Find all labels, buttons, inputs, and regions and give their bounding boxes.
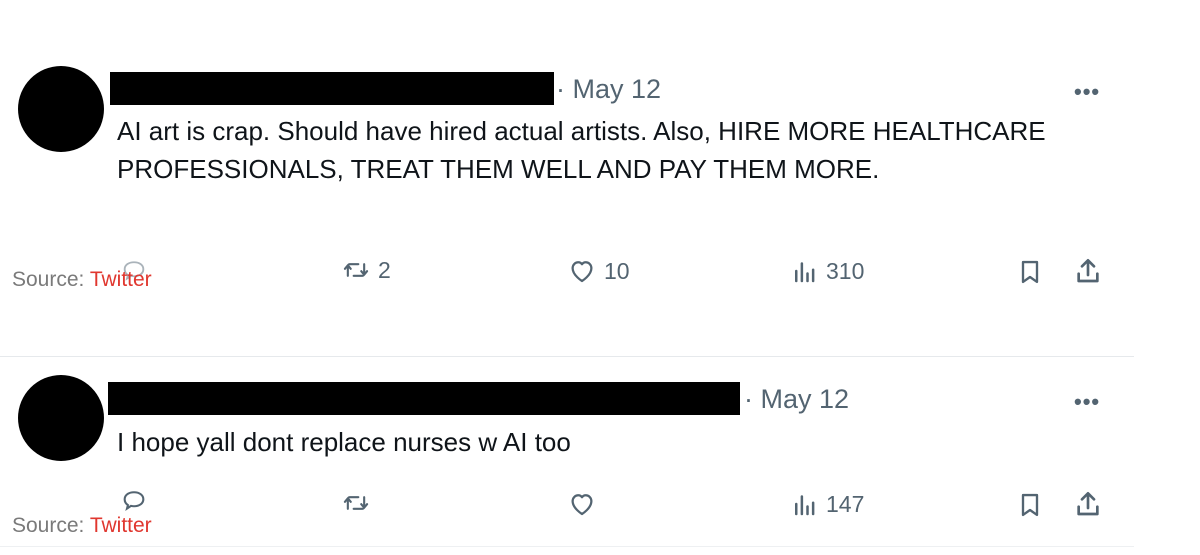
- share-icon: [1077, 492, 1099, 516]
- reply-icon: [123, 491, 145, 512]
- source-caption: Source: Twitter: [12, 268, 152, 292]
- share-button[interactable]: [1072, 255, 1104, 287]
- heart-icon: [571, 494, 593, 516]
- like-button[interactable]: 10: [566, 256, 630, 286]
- reply-button[interactable]: [118, 487, 156, 515]
- retweet-icon: [343, 263, 369, 277]
- tweet-divider: [0, 546, 1134, 547]
- like-count: 10: [604, 257, 630, 284]
- retweet-button[interactable]: 2: [340, 256, 391, 284]
- source-caption: Source: Twitter: [12, 514, 152, 538]
- tweet-date[interactable]: · May 12: [744, 384, 849, 415]
- more-options-button[interactable]: •••: [1074, 81, 1100, 103]
- views-button[interactable]: 310: [790, 256, 864, 286]
- views-button[interactable]: 147: [790, 489, 864, 519]
- retweet-count: 2: [378, 256, 391, 283]
- source-label: Source:: [12, 514, 90, 537]
- avatar[interactable]: [18, 66, 104, 152]
- views-icon: [795, 495, 815, 516]
- bookmark-button[interactable]: [1016, 256, 1044, 288]
- redacted-username: [110, 72, 554, 105]
- retweet-button[interactable]: [340, 489, 378, 517]
- redacted-username: [108, 382, 740, 415]
- tweet-date[interactable]: · May 12: [556, 74, 661, 105]
- share-icon: [1077, 259, 1099, 283]
- bookmark-button[interactable]: [1016, 489, 1044, 521]
- avatar[interactable]: [18, 375, 104, 461]
- view-count: 310: [826, 257, 865, 284]
- view-count: 147: [826, 490, 865, 517]
- source-link[interactable]: Twitter: [90, 268, 152, 291]
- bookmark-icon: [1021, 493, 1039, 517]
- share-button[interactable]: [1072, 488, 1104, 520]
- like-button[interactable]: [566, 489, 604, 519]
- tweet-text: AI art is crap. Should have hired actual…: [117, 116, 1046, 184]
- heart-icon: [571, 261, 593, 283]
- source-link[interactable]: Twitter: [90, 514, 152, 537]
- tweet-2[interactable]: · May 12 ••• I hope yall dont replace nu…: [0, 357, 1200, 555]
- bookmark-icon: [1021, 260, 1039, 284]
- source-label: Source:: [12, 268, 90, 291]
- tweet-text: I hope yall dont replace nurses w AI too: [117, 427, 571, 457]
- retweet-icon: [343, 496, 369, 510]
- tweet-1[interactable]: · May 12 ••• AI art is crap. Should have…: [0, 0, 1200, 356]
- more-options-button[interactable]: •••: [1074, 391, 1100, 413]
- views-icon: [795, 262, 815, 283]
